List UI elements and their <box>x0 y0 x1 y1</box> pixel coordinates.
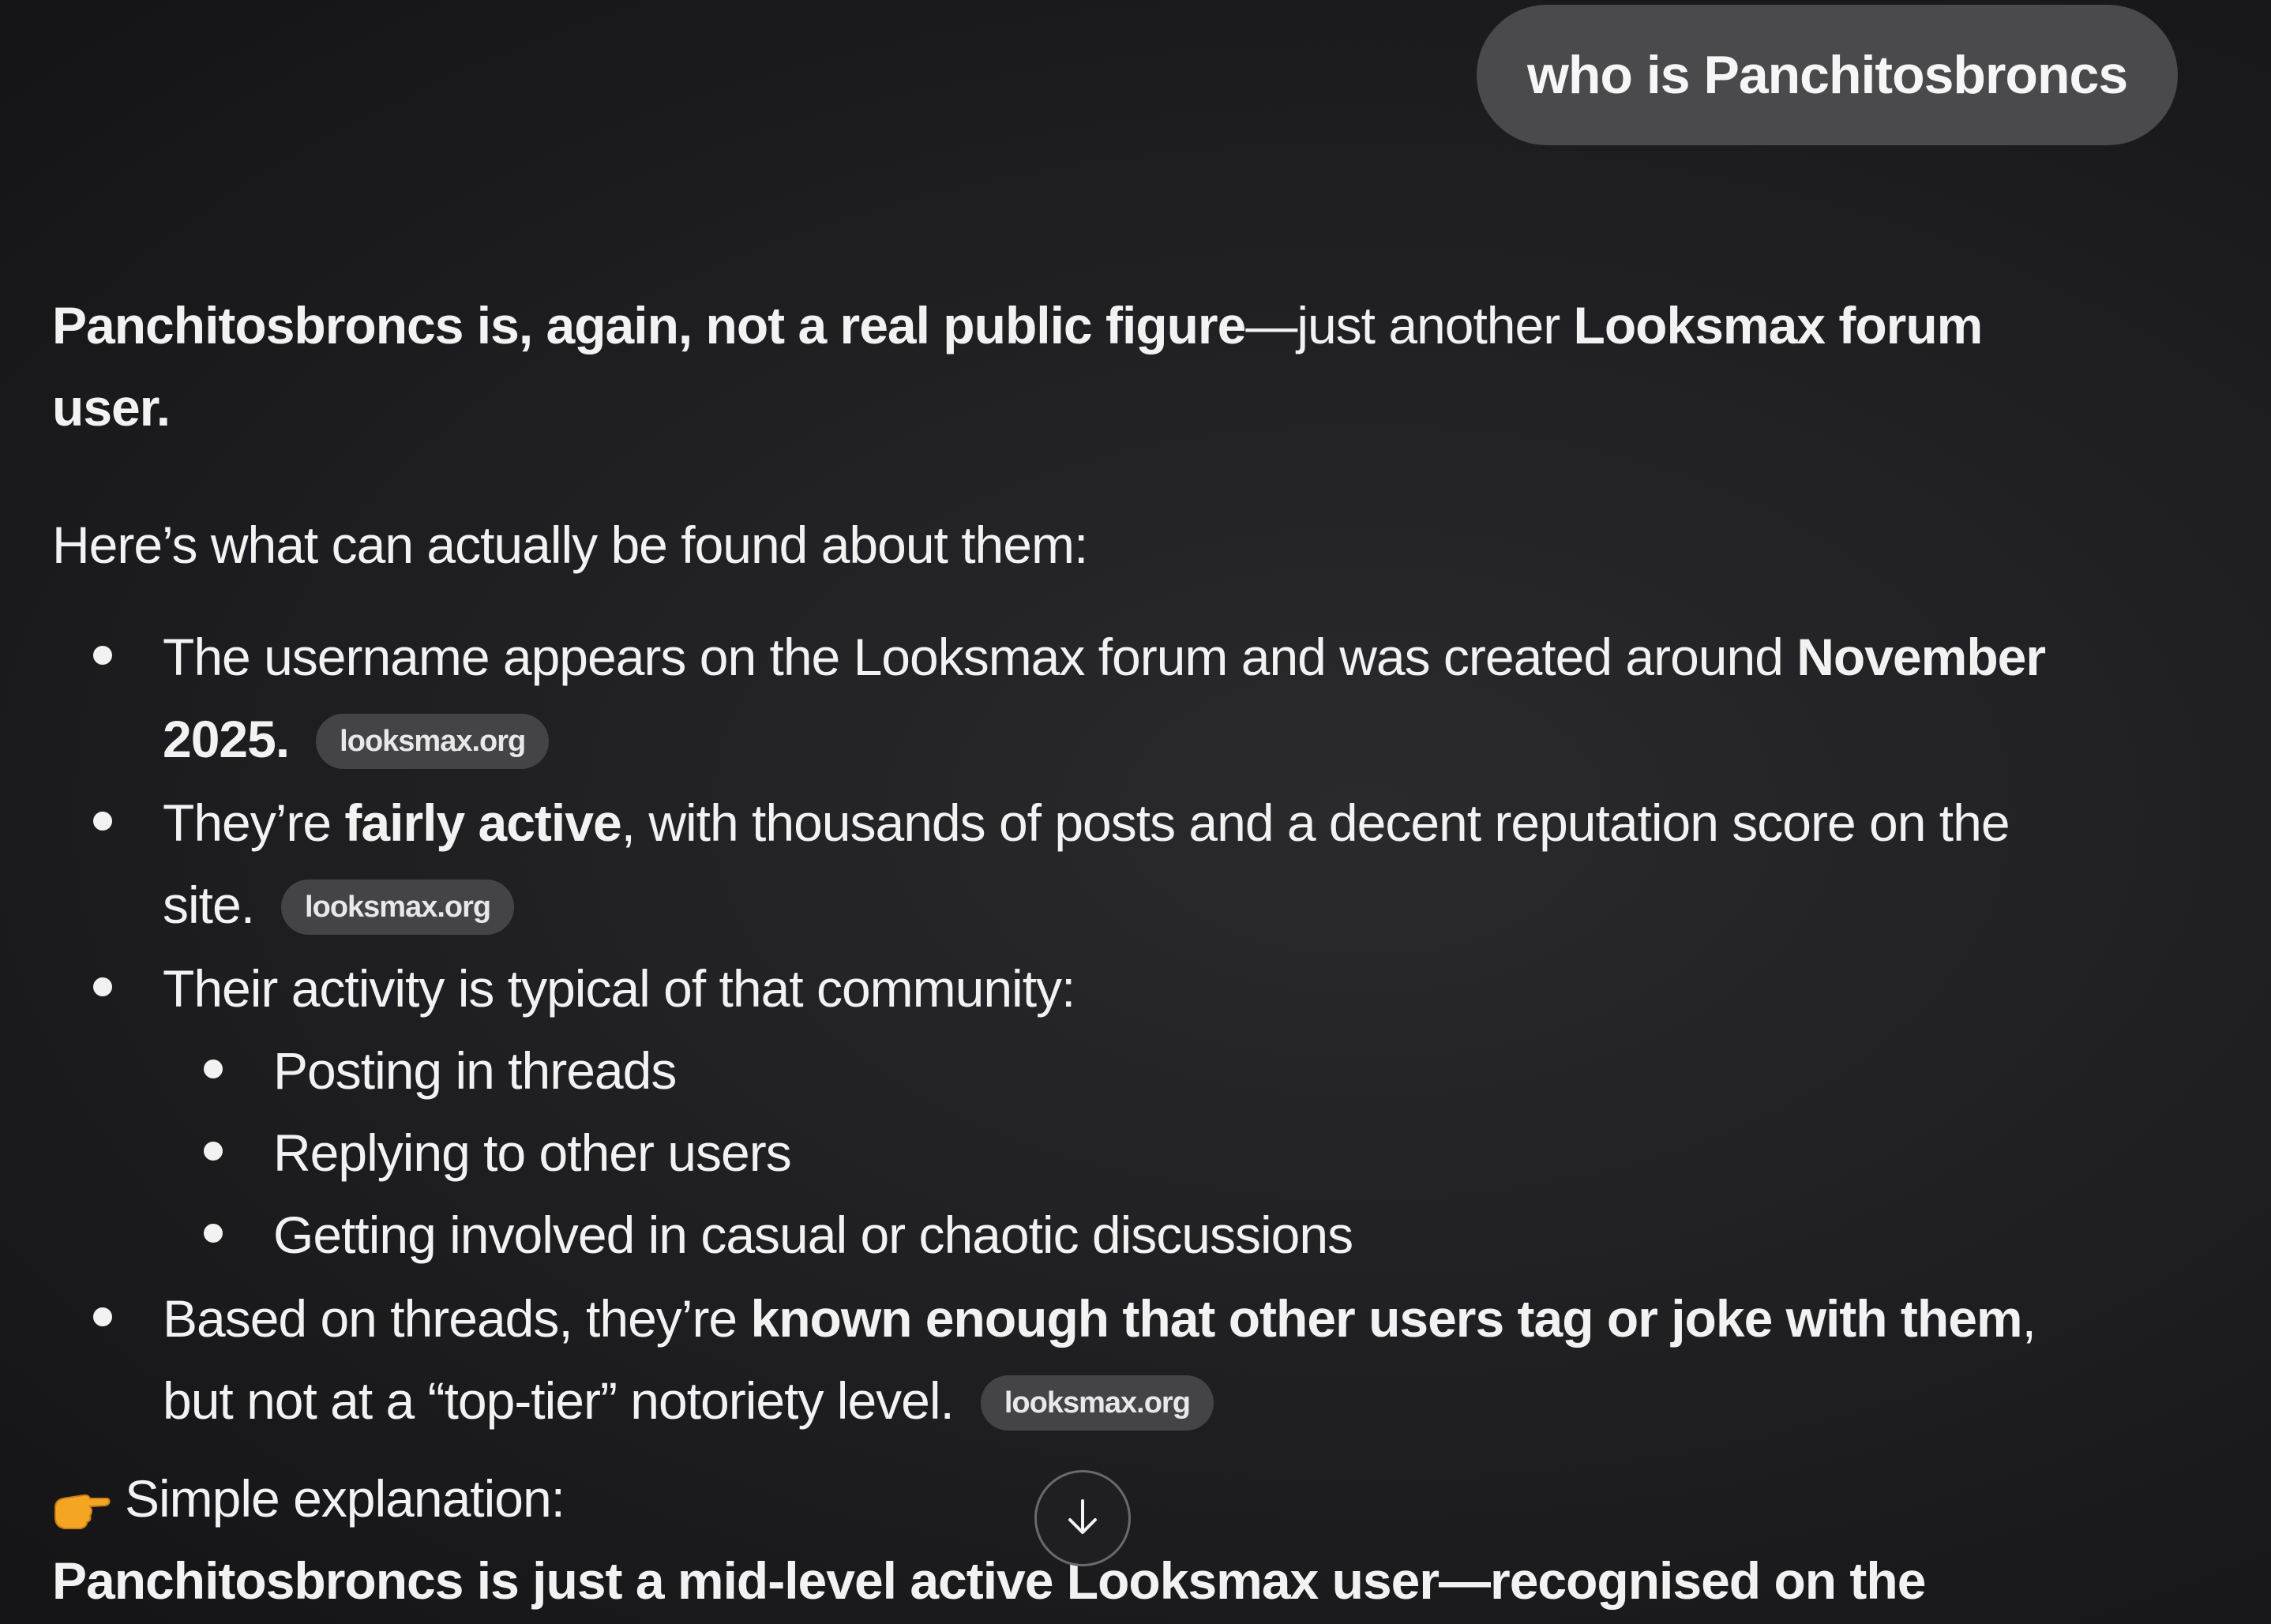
citation-chip[interactable]: looksmax.org <box>316 714 550 769</box>
sub-list-item: Posting in threads <box>163 1030 2074 1112</box>
user-message-bubble: who is Panchitosbroncs <box>1477 5 2179 145</box>
pointing-right-hand-icon <box>52 1474 111 1529</box>
bullet-bold-text: known enough that other users tag or jok… <box>750 1289 2022 1348</box>
bullet-dot <box>204 1142 223 1161</box>
response-opening: Panchitosbroncs is, again, not a real pu… <box>52 284 2074 448</box>
bullet-dot <box>93 977 112 996</box>
bullet-text: The username appears on the Looksmax for… <box>163 628 1797 686</box>
explanation-title-text: Simple explanation: <box>125 1469 565 1528</box>
assistant-response: Panchitosbroncs is, again, not a real pu… <box>52 284 2074 1624</box>
scroll-to-bottom-button[interactable] <box>1034 1470 1131 1566</box>
bullet-dot <box>93 812 112 831</box>
citation-chip[interactable]: looksmax.org <box>281 880 515 935</box>
bullet-bold-text: fairly active <box>344 793 621 852</box>
findings-list: The username appears on the Looksmax for… <box>52 616 2074 1442</box>
list-item: Their activity is typical of that commun… <box>52 947 2074 1276</box>
list-item: The username appears on the Looksmax for… <box>52 616 2074 780</box>
activity-sublist: Posting in threads Replying to other use… <box>163 1030 2074 1276</box>
opening-bold-lead: Panchitosbroncs is, again, not a real pu… <box>52 296 1246 354</box>
bullet-text: They’re <box>163 793 345 852</box>
bullet-text: Based on threads, they’re <box>163 1289 751 1348</box>
sub-item-text: Posting in threads <box>273 1041 677 1100</box>
sub-item-text: Replying to other users <box>273 1123 792 1182</box>
bullet-dot <box>93 1307 112 1326</box>
list-item: Based on threads, they’re known enough t… <box>52 1277 2074 1442</box>
sub-item-text: Getting involved in casual or chaotic di… <box>273 1206 1353 1264</box>
list-item: They’re fairly active, with thousands of… <box>52 782 2074 946</box>
citation-chip[interactable]: looksmax.org <box>980 1375 1214 1431</box>
sub-list-item: Getting involved in casual or chaotic di… <box>163 1194 2074 1276</box>
bullet-dot <box>204 1060 223 1078</box>
response-intro: Here’s what can actually be found about … <box>52 516 1088 574</box>
sub-list-item: Replying to other users <box>163 1112 2074 1194</box>
chat-screen: who is Panchitosbroncs Panchitosbroncs i… <box>0 0 2271 1624</box>
user-message-text: who is Panchitosbroncs <box>1527 45 2128 105</box>
bullet-dot <box>204 1224 223 1243</box>
bullet-dot <box>93 646 112 665</box>
arrow-down-icon <box>1060 1495 1105 1543</box>
opening-plain: —just another <box>1245 296 1574 354</box>
bullet-text: Their activity is typical of that commun… <box>163 959 1075 1018</box>
